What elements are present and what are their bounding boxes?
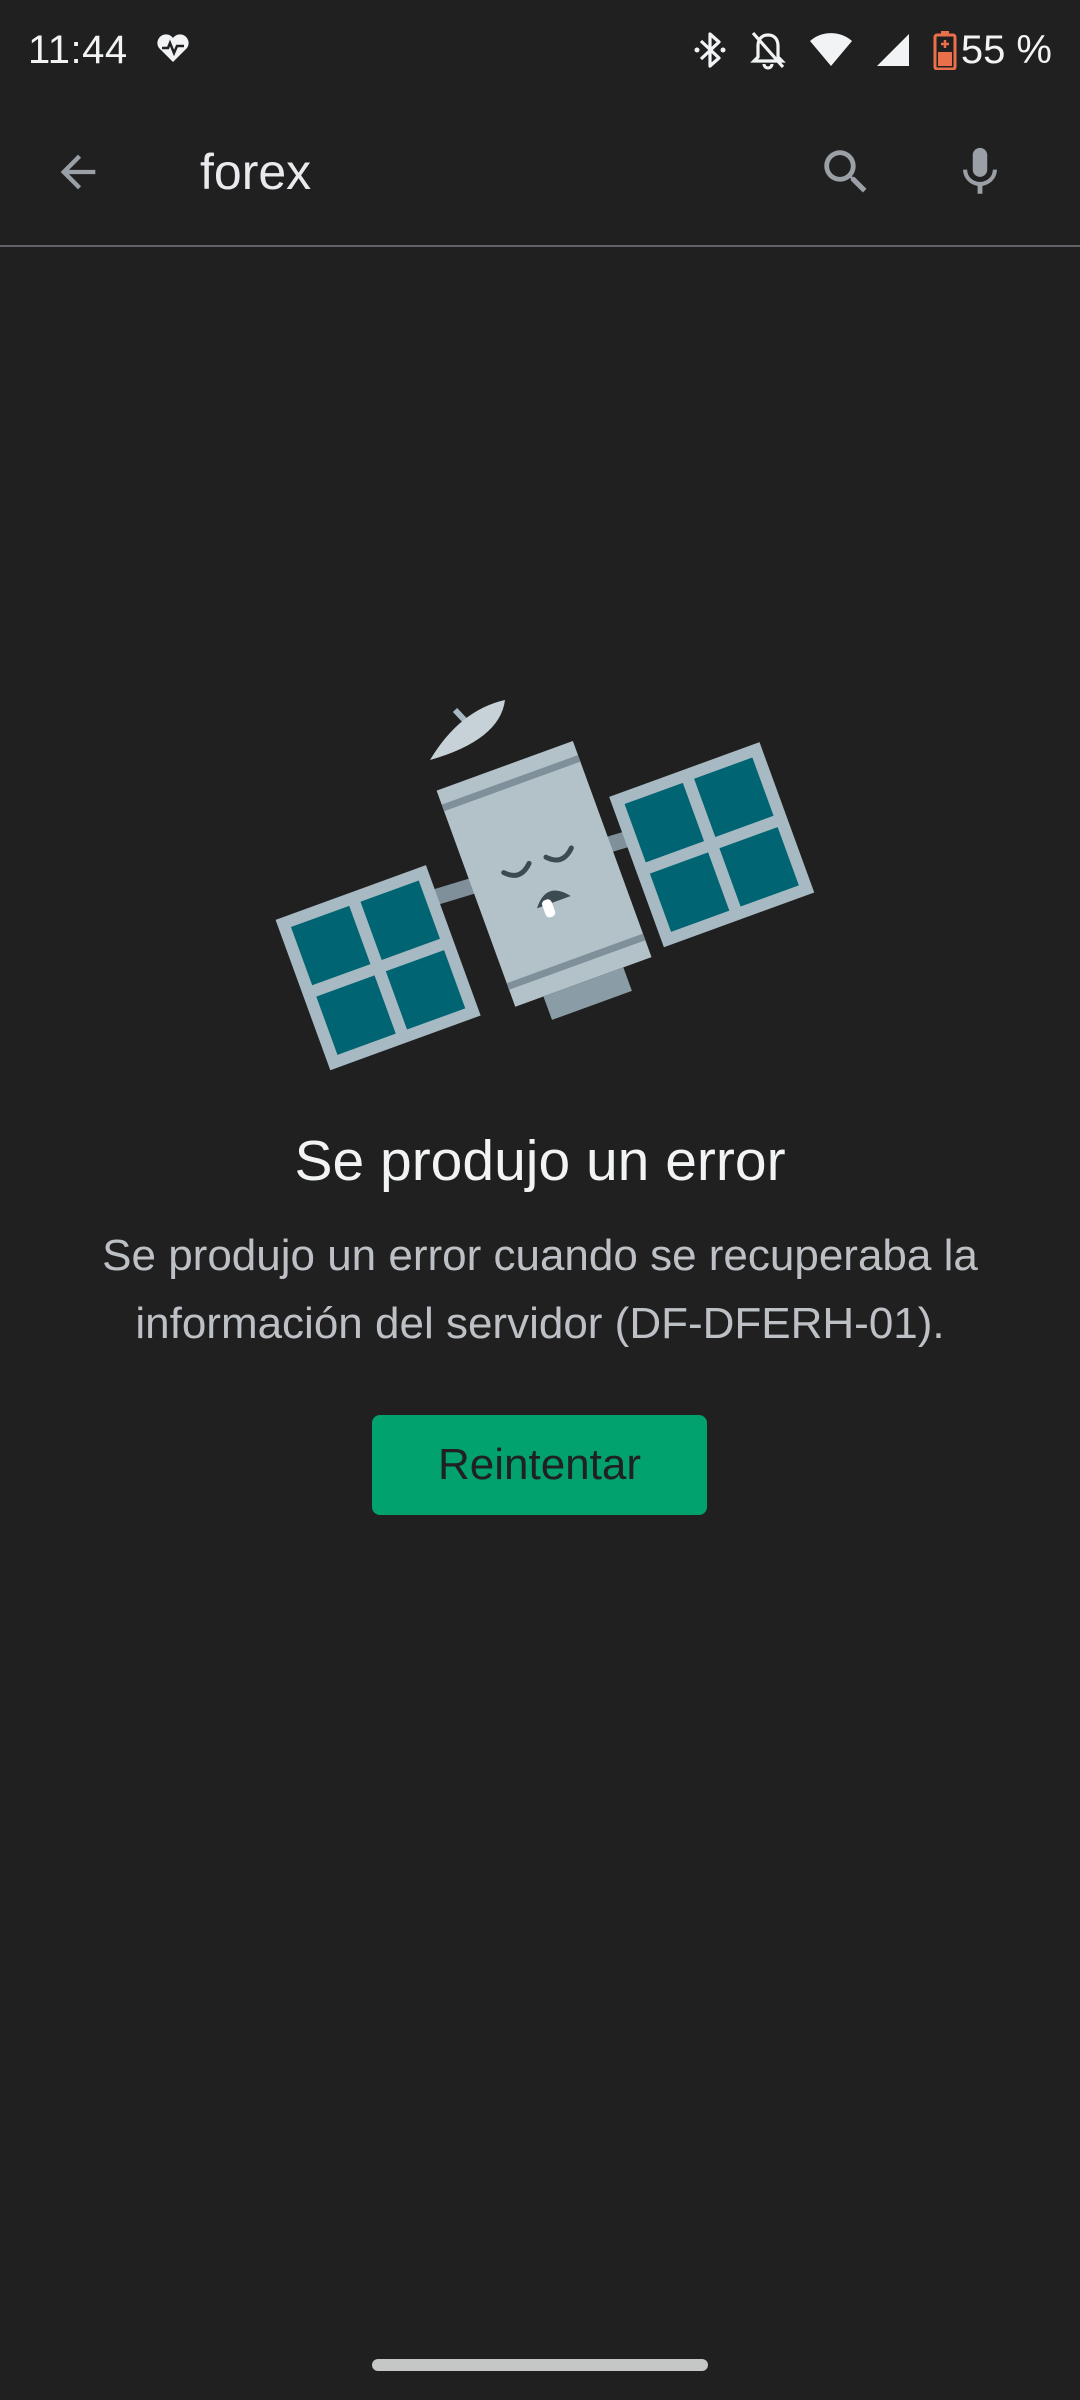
gesture-nav-handle[interactable]	[372, 2359, 708, 2371]
status-left: 11:44	[28, 28, 190, 73]
cell-signal-icon	[875, 32, 911, 68]
error-title: Se produjo un error	[294, 1129, 786, 1193]
status-right: 55 %	[693, 28, 1052, 73]
error-message: Se produjo un error cuando se recuperaba…	[102, 1231, 978, 1348]
mic-icon	[963, 147, 997, 194]
app-screen: 11:44 55 % forex Se produjo un error Se …	[0, 0, 1080, 2400]
search-icon	[824, 150, 867, 193]
battery-percent: 55 %	[960, 27, 1052, 72]
search-divider	[0, 245, 1080, 247]
battery-saver-icon: 55 %	[933, 28, 1052, 73]
voice-search-button[interactable]	[940, 132, 1020, 212]
sleeping-satellite-illustration	[275, 700, 815, 1071]
retry-button[interactable]: Reintentar	[372, 1415, 707, 1515]
search-query[interactable]: forex	[200, 140, 311, 205]
bluetooth-icon	[693, 30, 727, 70]
back-arrow-icon	[60, 154, 96, 190]
search-bar: forex	[0, 100, 1080, 246]
status-time: 11:44	[28, 27, 128, 72]
notifications-off-icon	[749, 30, 787, 70]
search-button[interactable]	[806, 132, 886, 212]
status-bar: 11:44 55 %	[0, 0, 1080, 100]
back-button[interactable]	[42, 136, 114, 208]
health-heart-icon	[156, 33, 190, 68]
wifi-icon	[809, 32, 853, 68]
